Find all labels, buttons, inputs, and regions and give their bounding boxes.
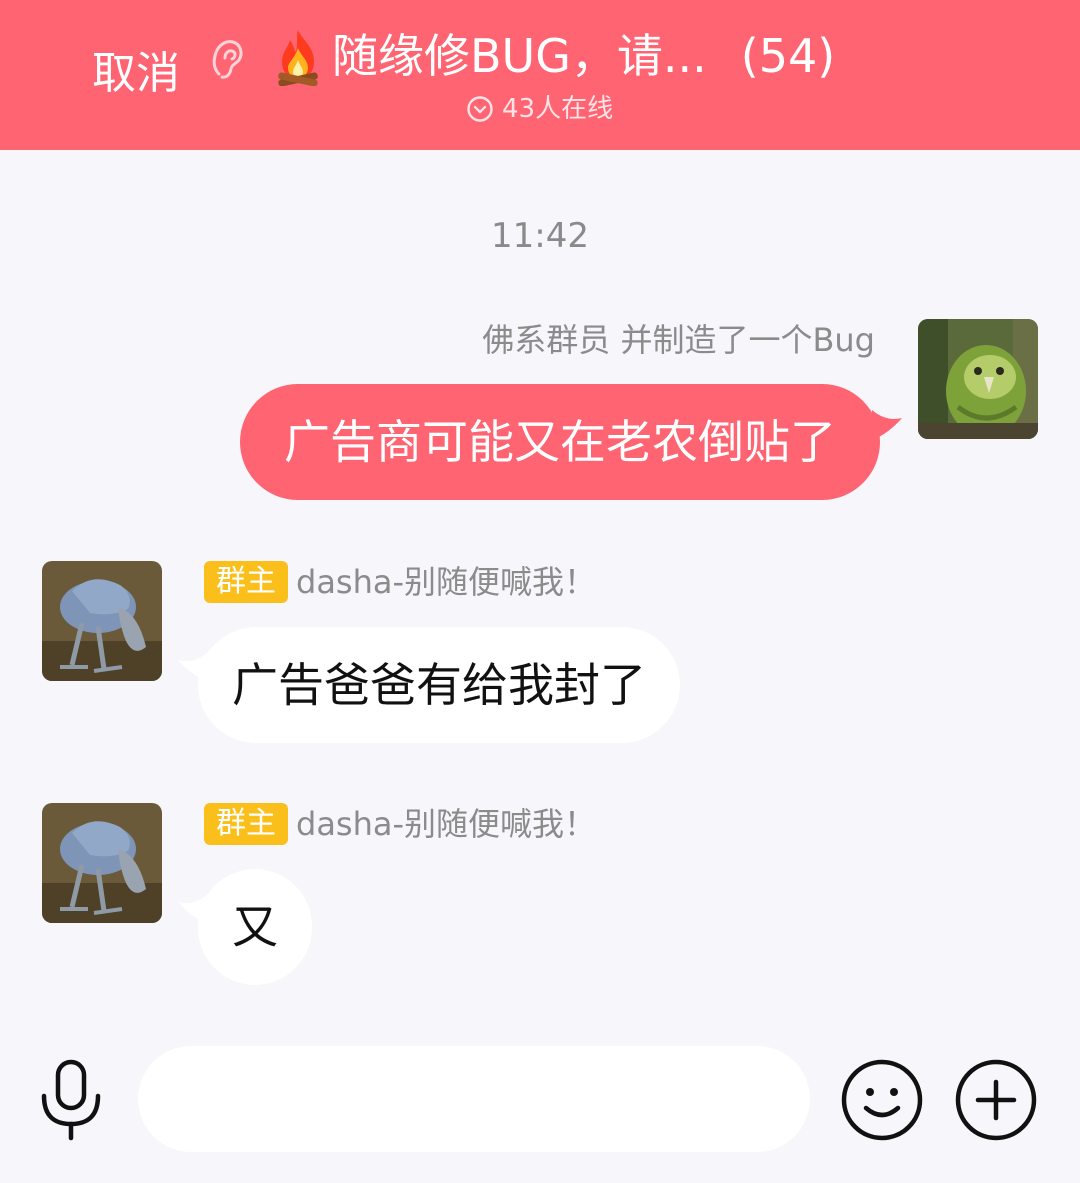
microphone-icon[interactable] [36,1058,106,1142]
owner-badge: 群主 [204,561,288,603]
sender-name[interactable]: dasha-别随便喊我！ [296,561,596,603]
group-title: 随缘修BUG，请... [332,29,707,83]
message-bubble-incoming[interactable]: 又 [198,869,312,985]
message-timestamp: 11:42 [491,216,589,256]
sender-label: 佛系群员 并制造了一个Bug [482,321,875,359]
message-input[interactable] [138,1046,810,1152]
online-count-text: 43人在线 [502,94,614,124]
chevron-circle-icon [467,96,493,122]
ear-icon[interactable] [205,34,249,84]
group-title-row[interactable]: 随缘修BUG，请... (54) [268,26,835,86]
plus-circle-icon[interactable] [954,1058,1038,1142]
online-status[interactable]: 43人在线 [466,92,613,126]
sender-row: 群主 dasha-别随便喊我！ [204,561,596,603]
bubble-tail [872,410,902,440]
owner-badge: 群主 [204,803,288,845]
chat-header: 取消 随缘修BUG，请... (54) 43人在线 [0,0,1080,150]
sender-row: 群主 dasha-别随便喊我！ [204,803,596,845]
smiley-icon[interactable] [840,1058,924,1142]
kakapo-parrot-avatar[interactable] [918,319,1038,439]
shoebill-bird-avatar[interactable] [42,803,162,923]
message-bubble-outgoing[interactable]: 广告商可能又在老农倒贴了 [240,384,880,500]
fire-icon [278,30,318,86]
message-bubble-incoming[interactable]: 广告爸爸有给我封了 [198,627,680,743]
member-count: (54) [740,29,836,83]
shoebill-bird-avatar[interactable] [42,561,162,681]
sender-name[interactable]: dasha-别随便喊我！ [296,803,596,845]
cancel-button[interactable]: 取消 [92,46,180,102]
